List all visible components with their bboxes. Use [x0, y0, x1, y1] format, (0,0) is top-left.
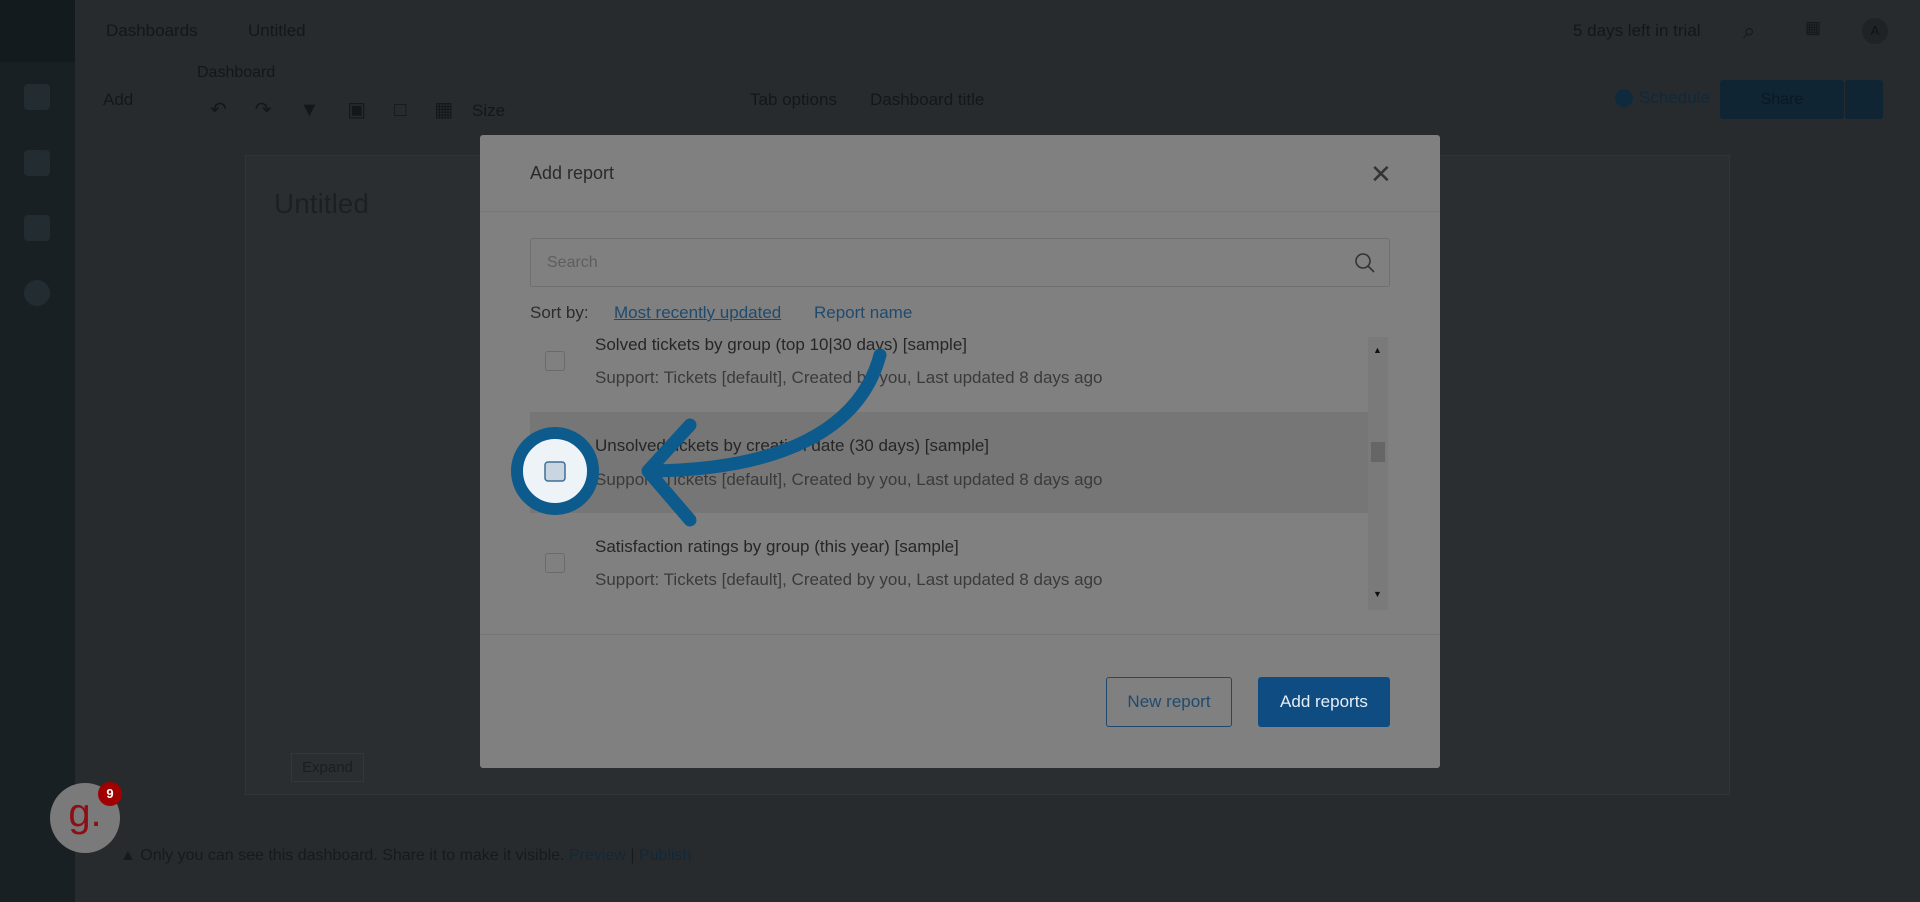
tutorial-highlight-overlay: [511, 348, 887, 527]
arrow-curve: [643, 348, 887, 478]
highlighted-checkbox[interactable]: [544, 461, 566, 482]
